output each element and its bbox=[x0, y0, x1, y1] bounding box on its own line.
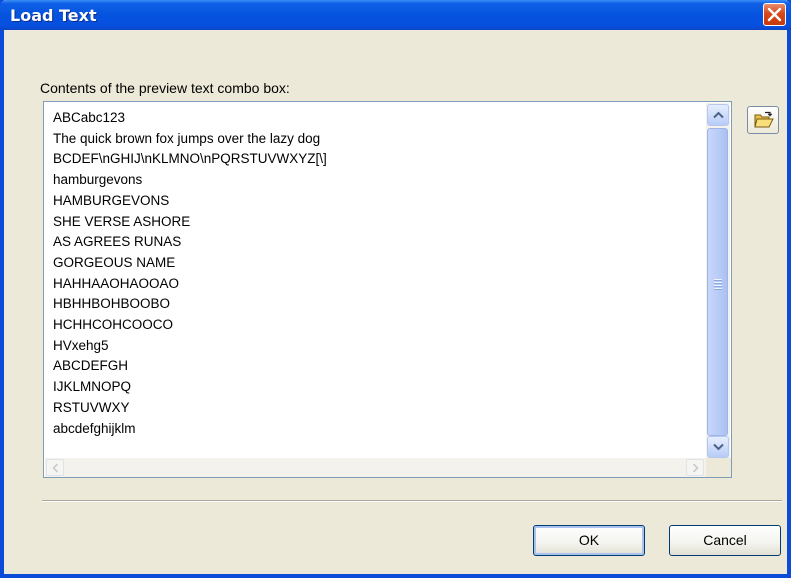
preview-text-line: HAMBURGEVONS bbox=[53, 192, 170, 208]
chevron-left-icon bbox=[52, 463, 59, 473]
vertical-scrollbar[interactable] bbox=[706, 103, 730, 459]
preview-text-label: Contents of the preview text combo box: bbox=[40, 80, 290, 96]
vertical-scroll-thumb[interactable] bbox=[707, 128, 728, 436]
preview-text-line: HCHHCOHCOOCO bbox=[53, 317, 173, 333]
ok-button[interactable]: OK bbox=[533, 525, 645, 556]
load-text-dialog: Load Text Contents of the preview text c… bbox=[0, 0, 791, 578]
open-file-button[interactable] bbox=[747, 106, 779, 134]
preview-text-line: SHE VERSE ASHORE bbox=[53, 213, 191, 229]
preview-text-line: GORGEOUS NAME bbox=[53, 254, 176, 270]
preview-text-line: The quick brown fox jumps over the lazy … bbox=[53, 130, 321, 146]
preview-text-box[interactable]: ABCabc123 The quick brown fox jumps over … bbox=[43, 101, 732, 478]
preview-text-line: IJKLMNOPQ bbox=[53, 379, 132, 395]
title-bar[interactable]: Load Text bbox=[0, 0, 791, 30]
preview-text-line: ABCDEFGH bbox=[53, 358, 129, 374]
chevron-right-icon bbox=[692, 463, 699, 473]
scroll-down-button[interactable] bbox=[707, 436, 729, 458]
preview-text-line: hamburgevons bbox=[53, 172, 143, 188]
preview-text-line: RSTUVWXY bbox=[53, 399, 130, 415]
window-title: Load Text bbox=[10, 6, 97, 25]
preview-text-line: abcdefghijklm bbox=[53, 420, 136, 436]
chevron-down-icon bbox=[713, 443, 724, 451]
open-folder-icon bbox=[754, 111, 774, 128]
preview-text-line: AS AGREES RUNAS bbox=[53, 234, 182, 250]
horizontal-scrollbar[interactable] bbox=[45, 458, 706, 477]
preview-text-line: ABCabc123 bbox=[53, 110, 126, 125]
scroll-grip-icon bbox=[714, 279, 722, 291]
scrollbar-corner bbox=[706, 458, 731, 477]
preview-text-content[interactable]: ABCabc123 The quick brown fox jumps over … bbox=[53, 108, 703, 458]
cancel-button[interactable]: Cancel bbox=[669, 525, 781, 556]
preview-text-line: HAHHAAOHAOOAO bbox=[53, 275, 180, 291]
chevron-up-icon bbox=[713, 111, 724, 119]
close-icon bbox=[767, 7, 782, 22]
scroll-up-button[interactable] bbox=[707, 104, 729, 126]
preview-text-line: HVxehg5 bbox=[53, 337, 109, 353]
scroll-left-button[interactable] bbox=[46, 459, 64, 476]
preview-text-line: BCDEF\nGHIJ\nKLMNO\nPQRSTUVWXYZ[\] bbox=[53, 151, 327, 167]
close-button[interactable] bbox=[763, 3, 786, 26]
footer-divider bbox=[42, 500, 782, 502]
scroll-right-button[interactable] bbox=[686, 459, 704, 476]
preview-text-line: HBHHBOHBOOBO bbox=[53, 296, 171, 312]
